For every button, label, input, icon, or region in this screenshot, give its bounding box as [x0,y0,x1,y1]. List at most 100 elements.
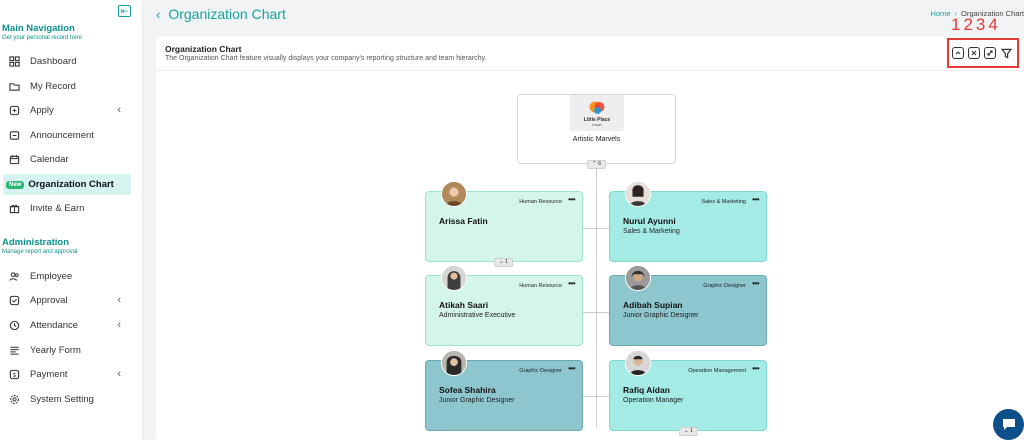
collapse-sidebar-icon[interactable]: ⇤ [118,5,131,17]
announcement-icon [8,130,20,142]
back-chevron-icon[interactable]: ‹ [156,7,160,22]
sidebar: ⇤ Main Navigation Get your personal reco… [0,0,143,440]
page-title: ‹ Organization Chart [156,6,286,22]
collapse-up-icon[interactable] [952,47,964,59]
gift-icon [8,203,20,215]
sidebar-item-invite-earn[interactable]: Invite & Earn [3,198,131,219]
sidebar-item-label: Attendance [30,320,79,331]
sidebar-item-label: Yearly Form [30,345,81,356]
employee-role: Administrative Executive [439,312,516,319]
employee-name: Nurul Ayunni [623,216,676,226]
more-options-icon[interactable]: ••• [752,279,759,288]
card-title: Organization Chart [165,44,242,54]
sidebar-item-yearly-form[interactable]: Yearly Form [3,340,131,361]
sidebar-item-dashboard[interactable]: Dashboard [3,51,131,72]
employee-node-nurul-ayunni[interactable]: Sales & Marketing ••• Nurul Ayunni Sales… [609,181,767,262]
department-label: Graphic Designer [703,283,746,289]
connector-row-1 [583,228,610,229]
department-label: Human Resource [519,283,562,289]
department-label: Sales & Marketing [701,199,746,205]
apply-icon [8,105,20,117]
card-header: Organization Chart The Organization Char… [156,15,1024,71]
sidebar-item-label: Apply [30,105,54,116]
connector-row-3 [583,396,610,397]
chevron-left-icon[interactable]: ‹ [117,294,121,306]
admin-title: Administration [2,237,70,248]
sidebar-item-system-setting[interactable]: System Setting [3,389,131,410]
chevron-left-icon[interactable]: ‹ [117,104,121,116]
calendar-icon [8,154,20,166]
check-icon [8,295,20,307]
employee-node-adibah-supian[interactable]: Graphic Designer ••• Adibah Supian Junio… [609,265,767,346]
annotation-numbers: 1234 [951,15,1001,34]
employee-node-rafiq-aidan[interactable]: Operation Management ••• Rafiq Aidan Ope… [609,350,767,431]
sidebar-item-payment[interactable]: $ Payment ‹ [3,364,131,385]
sidebar-item-label: Organization Chart [28,179,114,190]
employee-name: Adibah Supian [623,300,683,310]
root-expand-toggle[interactable]: ⌃ 6 [587,160,607,169]
sidebar-item-label: Dashboard [30,56,77,67]
users-icon [8,271,20,283]
more-options-icon[interactable]: ••• [568,364,575,373]
connector-row-2 [583,312,610,313]
employee-node-arissa-fatin[interactable]: Human Resource ••• Arissa Fatin [425,181,583,262]
sidebar-item-label: My Record [30,81,76,92]
logo-mark-icon [589,101,605,114]
filter-icon[interactable] [1000,47,1012,59]
fit-screen-icon[interactable] [968,47,980,59]
sidebar-item-approval[interactable]: Approval ‹ [3,290,131,311]
node-expand-toggle[interactable]: ⌄ 1 [679,427,699,436]
svg-text:$: $ [12,372,16,379]
department-label: Graphic Designer [519,368,562,374]
department-label: Operation Management [688,368,746,374]
gear-icon [8,394,20,406]
sidebar-item-organization-chart[interactable]: New Organization Chart [3,174,131,195]
expand-icon[interactable] [984,47,996,59]
sidebar-item-label: System Setting [30,394,94,405]
sidebar-item-calendar[interactable]: Calendar [3,149,131,170]
employee-name: Arissa Fatin [439,216,488,226]
avatar [625,350,651,376]
sidebar-item-label: Calendar [30,154,69,165]
logo-subtext: START [592,122,602,127]
node-expand-toggle[interactable]: ⌄ 1 [494,258,514,267]
avatar [441,181,467,207]
admin-subtitle: Manage report and approval [2,249,78,255]
new-badge: New [6,180,25,189]
sidebar-item-label: Announcement [30,130,94,141]
main-nav-subtitle: Get your personal record here [2,35,83,41]
sidebar-item-employee[interactable]: Employee [3,266,131,287]
company-logo: Little Place START [570,95,624,131]
more-options-icon[interactable]: ••• [752,195,759,204]
more-options-icon[interactable]: ••• [568,195,575,204]
sidebar-item-announcement[interactable]: Announcement [3,125,131,146]
employee-node-sofea-shahira[interactable]: Graphic Designer ••• Sofea Shahira Junio… [425,350,583,431]
avatar [625,181,651,207]
sidebar-item-attendance[interactable]: Attendance ‹ [3,315,131,336]
employee-name: Atikah Saari [439,300,489,310]
page-title-text: Organization Chart [168,6,286,22]
folder-icon [8,81,20,93]
sidebar-item-label: Approval [30,295,68,306]
sidebar-item-my-record[interactable]: My Record [3,76,131,97]
sidebar-item-label: Invite & Earn [30,203,85,214]
more-options-icon[interactable]: ••• [752,364,759,373]
more-options-icon[interactable]: ••• [568,279,575,288]
avatar [441,350,467,376]
sidebar-item-label: Payment [30,369,68,380]
employee-role: Operation Manager [623,397,684,404]
employee-name: Sofea Shahira [439,385,496,395]
grid-icon [8,56,20,68]
company-name: Artistic Marvels [572,136,621,143]
chat-bubble-icon [1002,419,1015,430]
breadcrumb-home[interactable]: Home [931,9,951,18]
department-label: Human Resource [519,199,562,205]
chevron-left-icon[interactable]: ‹ [117,319,121,331]
avatar [625,265,651,291]
sidebar-item-apply[interactable]: Apply ‹ [3,100,131,121]
chevron-left-icon[interactable]: ‹ [117,368,121,380]
main-nav-title: Main Navigation [2,23,75,34]
employee-node-atikah-saari[interactable]: Human Resource ••• Atikah Saari Administ… [425,265,583,346]
chat-button[interactable] [993,409,1024,440]
org-root-node[interactable]: Little Place START Artistic Marvels [517,94,676,164]
